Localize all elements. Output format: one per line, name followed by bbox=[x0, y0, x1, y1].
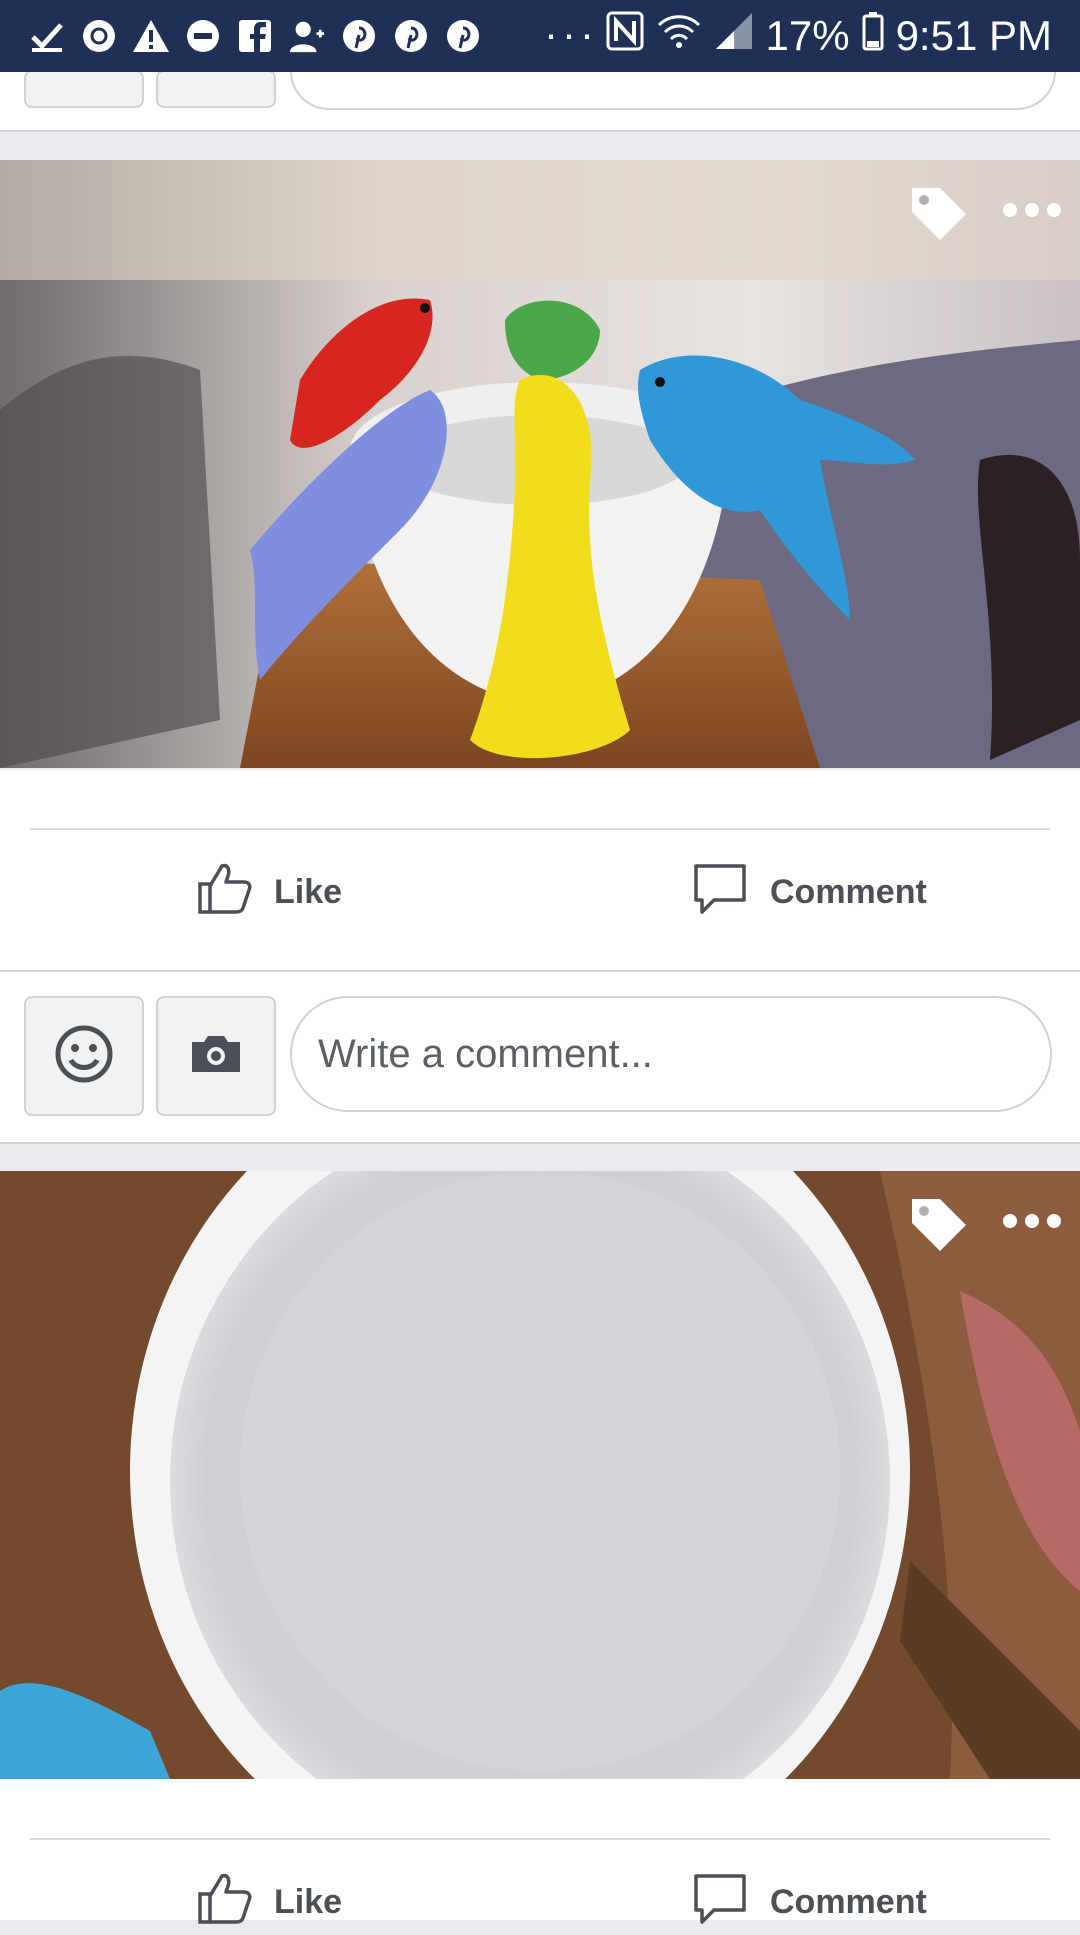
overflow-indicator: ··· bbox=[544, 10, 598, 57]
pinterest-icon bbox=[444, 17, 482, 55]
like-button[interactable]: Like bbox=[196, 1870, 342, 1935]
minus-circle-icon bbox=[184, 17, 222, 55]
battery-icon bbox=[862, 11, 884, 61]
comment-input[interactable]: Write a comment... bbox=[290, 996, 1052, 1112]
like-label: Like bbox=[274, 873, 343, 911]
comment-button[interactable]: Comment bbox=[692, 860, 927, 925]
more-options-icon[interactable] bbox=[1000, 198, 1064, 222]
comment-composer: Write a comment... bbox=[0, 970, 1080, 1144]
camera-button[interactable] bbox=[156, 70, 276, 108]
thumbs-up-icon bbox=[196, 1870, 252, 1935]
smiley-icon bbox=[54, 1024, 114, 1089]
signal-icon bbox=[714, 11, 754, 61]
tag-icon[interactable] bbox=[906, 1193, 970, 1257]
divider bbox=[30, 1838, 1050, 1840]
comment-label: Comment bbox=[770, 1883, 927, 1921]
thumbs-up-icon bbox=[196, 860, 252, 925]
pinterest-icon bbox=[392, 17, 430, 55]
settings-icon bbox=[80, 17, 118, 55]
comment-label: Comment bbox=[770, 873, 927, 911]
camera-icon bbox=[188, 1032, 244, 1081]
speech-bubble-icon bbox=[692, 1870, 748, 1935]
speech-bubble-icon bbox=[692, 860, 748, 925]
notification-icons bbox=[28, 14, 482, 58]
status-bar: ··· 17% 9:51 PM bbox=[0, 0, 1080, 72]
battery-percent: 17% bbox=[765, 12, 850, 59]
facebook-icon bbox=[236, 17, 274, 55]
camera-button[interactable] bbox=[156, 996, 276, 1116]
post-photo[interactable] bbox=[0, 1171, 1080, 1779]
tag-icon[interactable] bbox=[906, 182, 970, 246]
pinterest-icon bbox=[340, 17, 378, 55]
warning-icon bbox=[132, 17, 170, 55]
clock: 9:51 PM bbox=[895, 12, 1052, 59]
emoji-button[interactable] bbox=[24, 70, 144, 108]
wifi-icon bbox=[656, 11, 702, 61]
post-photo[interactable] bbox=[0, 160, 1080, 768]
divider bbox=[30, 828, 1050, 830]
comment-button[interactable]: Comment bbox=[692, 1870, 927, 1935]
add-person-icon bbox=[288, 17, 326, 55]
checkmark-icon bbox=[28, 17, 66, 55]
more-options-icon[interactable] bbox=[1000, 1209, 1064, 1233]
nfc-icon bbox=[606, 11, 644, 61]
post-actions: Like Comment bbox=[0, 770, 1080, 970]
like-label: Like bbox=[274, 1883, 343, 1921]
post-actions: Like Comment bbox=[0, 1779, 1080, 1924]
like-button[interactable]: Like bbox=[196, 860, 342, 925]
previous-comment-composer bbox=[0, 32, 1080, 132]
emoji-button[interactable] bbox=[24, 996, 144, 1116]
